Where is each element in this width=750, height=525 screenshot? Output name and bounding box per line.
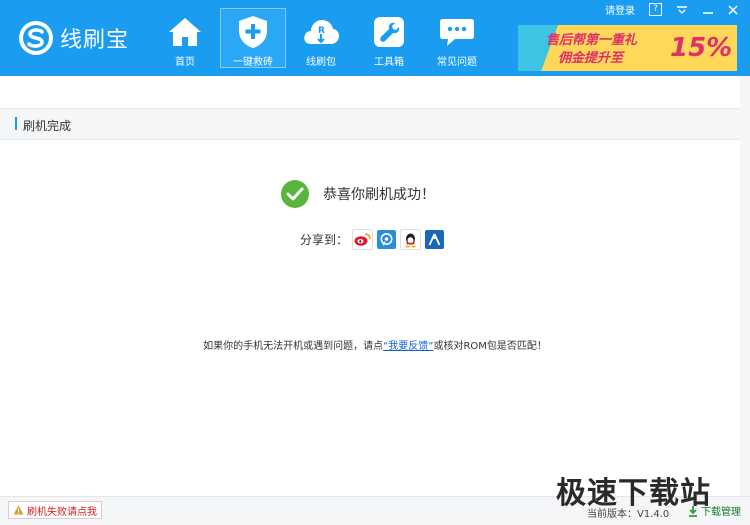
- nav-toolbox[interactable]: 工具箱: [356, 8, 422, 68]
- share-row: 分享到：: [300, 229, 448, 250]
- success-message: 恭喜你刷机成功！: [281, 180, 435, 208]
- minimize-icon: [703, 11, 713, 14]
- banner-percent: 15%: [670, 33, 733, 63]
- menu-button[interactable]: [676, 5, 688, 15]
- nav-home-label: 首页: [175, 57, 195, 68]
- app-header: 线刷宝 首页 一键救砖 R 线刷包 工具箱 常见问题 请登录 ? 售后帮第一重礼…: [0, 0, 750, 76]
- app-logo: 线刷宝: [18, 20, 129, 56]
- banner-line1: 售后帮第一重礼: [546, 33, 638, 48]
- success-text: 恭喜你刷机成功！: [323, 187, 435, 203]
- promo-banner[interactable]: 售后帮第一重礼 佣金提升至 15%: [518, 25, 737, 71]
- menu-icon: [677, 5, 687, 14]
- notice-text-after: 或核对ROM包是否匹配！: [433, 341, 547, 352]
- flash-failed-label: 刷机失败请点我: [27, 506, 97, 518]
- close-button[interactable]: [728, 4, 738, 15]
- qq-icon[interactable]: [400, 229, 422, 250]
- help-icon: ?: [649, 3, 662, 16]
- logo-icon: [19, 21, 53, 55]
- feedback-link[interactable]: “我要反馈”: [383, 341, 433, 352]
- nav-faq[interactable]: 常见问题: [424, 8, 490, 68]
- help-button[interactable]: ?: [649, 3, 662, 16]
- section-title: 刷机完成: [23, 119, 72, 133]
- nav-faq-label: 常见问题: [437, 57, 477, 68]
- nav-unbrick[interactable]: 一键救砖: [220, 8, 286, 68]
- tencent-weibo-icon[interactable]: [377, 230, 397, 249]
- help-notice: 如果你的手机无法开机或遇到问题，请点“我要反馈”或核对ROM包是否匹配！: [0, 337, 750, 352]
- notice-text-before: 如果你的手机无法开机或遇到问题，请点: [203, 341, 384, 352]
- chat-bubble-icon: [437, 14, 477, 49]
- nav-unbrick-label: 一键救砖: [233, 57, 273, 68]
- renren-icon[interactable]: [425, 230, 445, 249]
- warning-icon: [13, 505, 24, 515]
- nav-rom-package[interactable]: R 线刷包: [288, 8, 354, 68]
- nav-rom-package-label: 线刷包: [306, 57, 336, 68]
- login-link[interactable]: 请登录: [605, 2, 635, 17]
- home-icon: [165, 14, 205, 49]
- main-nav: 首页 一键救砖 R 线刷包 工具箱 常见问题: [152, 8, 492, 68]
- share-label: 分享到：: [300, 233, 349, 247]
- close-icon: [728, 4, 738, 15]
- shield-plus-icon: [233, 15, 273, 49]
- nav-home[interactable]: 首页: [152, 8, 218, 68]
- app-name: 线刷宝: [60, 28, 130, 53]
- weibo-icon[interactable]: [352, 229, 374, 250]
- flash-failed-button[interactable]: 刷机失败请点我: [8, 501, 102, 519]
- watermark: 极速下载站: [556, 476, 711, 511]
- nav-toolbox-label: 工具箱: [374, 57, 404, 68]
- scroll-track: [740, 76, 750, 496]
- check-icon: [281, 180, 309, 208]
- section-header: 刷机完成: [0, 108, 740, 140]
- minimize-button[interactable]: [702, 5, 714, 15]
- section-accent: [15, 117, 17, 130]
- wrench-icon: [369, 14, 409, 49]
- banner-line2: 佣金提升至: [558, 51, 624, 66]
- cloud-download-icon: R: [301, 14, 341, 49]
- window-topbar: 请登录 ?: [591, 2, 738, 17]
